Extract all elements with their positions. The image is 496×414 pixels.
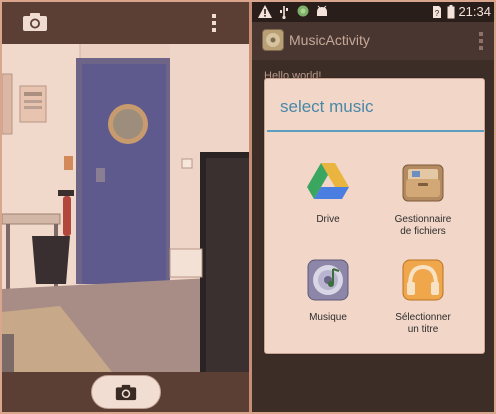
screen: ? 21:34 MusicActivity Hello world! selec… [0, 0, 496, 414]
camera-icon [115, 384, 137, 400]
shutter-button[interactable] [91, 375, 161, 409]
camera-screen [2, 2, 249, 412]
music-disc-icon [305, 257, 351, 303]
sim-icon: ? [433, 6, 441, 18]
camera-viewfinder[interactable] [2, 44, 249, 372]
action-bar: MusicActivity [252, 22, 494, 60]
option-file-manager-label: Gestionnaire de fichiers [373, 214, 473, 238]
android-icon [317, 5, 327, 16]
warning-icon [258, 5, 272, 18]
app-logo-icon [266, 33, 280, 47]
option-select-track[interactable]: Sélectionner un titre [373, 257, 473, 336]
select-music-dialog: select music Drive Gestionnaire de fichi… [264, 78, 485, 354]
google-drive-icon [305, 159, 351, 205]
svg-text:?: ? [435, 9, 440, 18]
dialog-title: select music [280, 97, 374, 116]
option-file-manager-label-line1: Gestionnaire [394, 214, 452, 225]
headphones-icon [400, 257, 446, 303]
camera-top-bar [2, 2, 249, 44]
option-select-track-label: Sélectionner un titre [373, 312, 473, 336]
overflow-menu-icon[interactable] [477, 31, 485, 51]
option-file-manager-label-line2: de fichiers [400, 226, 446, 237]
option-select-track-label-line2: un titre [407, 324, 439, 335]
battery-icon [447, 5, 455, 19]
dialog-divider [267, 130, 484, 132]
option-select-track-label-line1: Sélectionner [395, 312, 451, 323]
usb-icon [280, 6, 288, 19]
status-bar: ? 21:34 [252, 2, 494, 22]
app-title: MusicActivity [289, 32, 370, 48]
camera-bottom-bar [2, 372, 249, 412]
option-drive-label: Drive [316, 214, 340, 225]
option-drive[interactable]: Drive [278, 159, 378, 226]
music-app-screen: ? 21:34 MusicActivity Hello world! selec… [249, 2, 494, 412]
file-manager-icon [400, 159, 446, 205]
status-clock: 21:34 [458, 4, 491, 19]
camera-icon[interactable] [22, 12, 48, 32]
app-icon [262, 29, 284, 51]
sync-icon [297, 5, 309, 17]
option-file-manager[interactable]: Gestionnaire de fichiers [373, 159, 473, 238]
overflow-menu-icon[interactable] [210, 13, 218, 33]
option-musique-label: Musique [309, 312, 347, 323]
viewfinder-scene [2, 44, 249, 372]
option-musique[interactable]: Musique [278, 257, 378, 324]
